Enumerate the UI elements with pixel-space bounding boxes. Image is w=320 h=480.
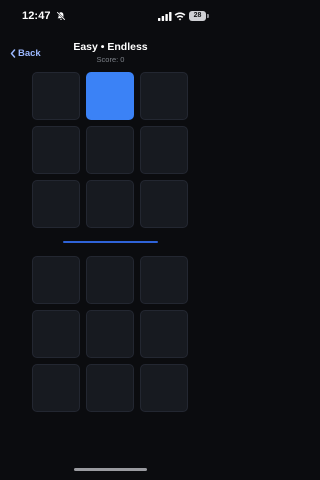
score-label: Score: 0 bbox=[96, 55, 125, 64]
target-grid-tile bbox=[32, 126, 80, 174]
input-grid-tile[interactable] bbox=[32, 256, 80, 304]
wifi-icon bbox=[174, 12, 186, 21]
input-grid-tile[interactable] bbox=[140, 256, 188, 304]
target-grid-tile bbox=[32, 180, 80, 228]
input-grid-tile[interactable] bbox=[86, 310, 134, 358]
input-grid-tile[interactable] bbox=[86, 364, 134, 412]
input-grid-tile[interactable] bbox=[32, 364, 80, 412]
target-grid-tile bbox=[86, 126, 134, 174]
input-grid-tile[interactable] bbox=[140, 310, 188, 358]
page-title: Easy • Endless bbox=[73, 41, 148, 53]
target-grid-tile bbox=[32, 72, 80, 120]
battery-icon: 28 bbox=[189, 11, 209, 22]
battery-level: 28 bbox=[189, 11, 206, 21]
input-grid-tile[interactable] bbox=[32, 310, 80, 358]
grid-divider bbox=[63, 241, 158, 243]
target-grid bbox=[32, 72, 188, 228]
target-grid-tile bbox=[86, 72, 134, 120]
signal-icon bbox=[158, 12, 172, 21]
status-bar: 12:47 28 bbox=[0, 0, 221, 34]
status-time: 12:47 bbox=[22, 10, 51, 22]
target-grid-tile bbox=[140, 126, 188, 174]
home-indicator bbox=[74, 468, 147, 471]
input-grid-tile[interactable] bbox=[86, 256, 134, 304]
target-grid-tile bbox=[86, 180, 134, 228]
target-grid-tile bbox=[140, 72, 188, 120]
input-grid bbox=[32, 256, 188, 412]
target-grid-tile bbox=[140, 180, 188, 228]
input-grid-tile[interactable] bbox=[140, 364, 188, 412]
battery-tip bbox=[207, 14, 209, 18]
bell-slash-icon bbox=[56, 11, 66, 21]
